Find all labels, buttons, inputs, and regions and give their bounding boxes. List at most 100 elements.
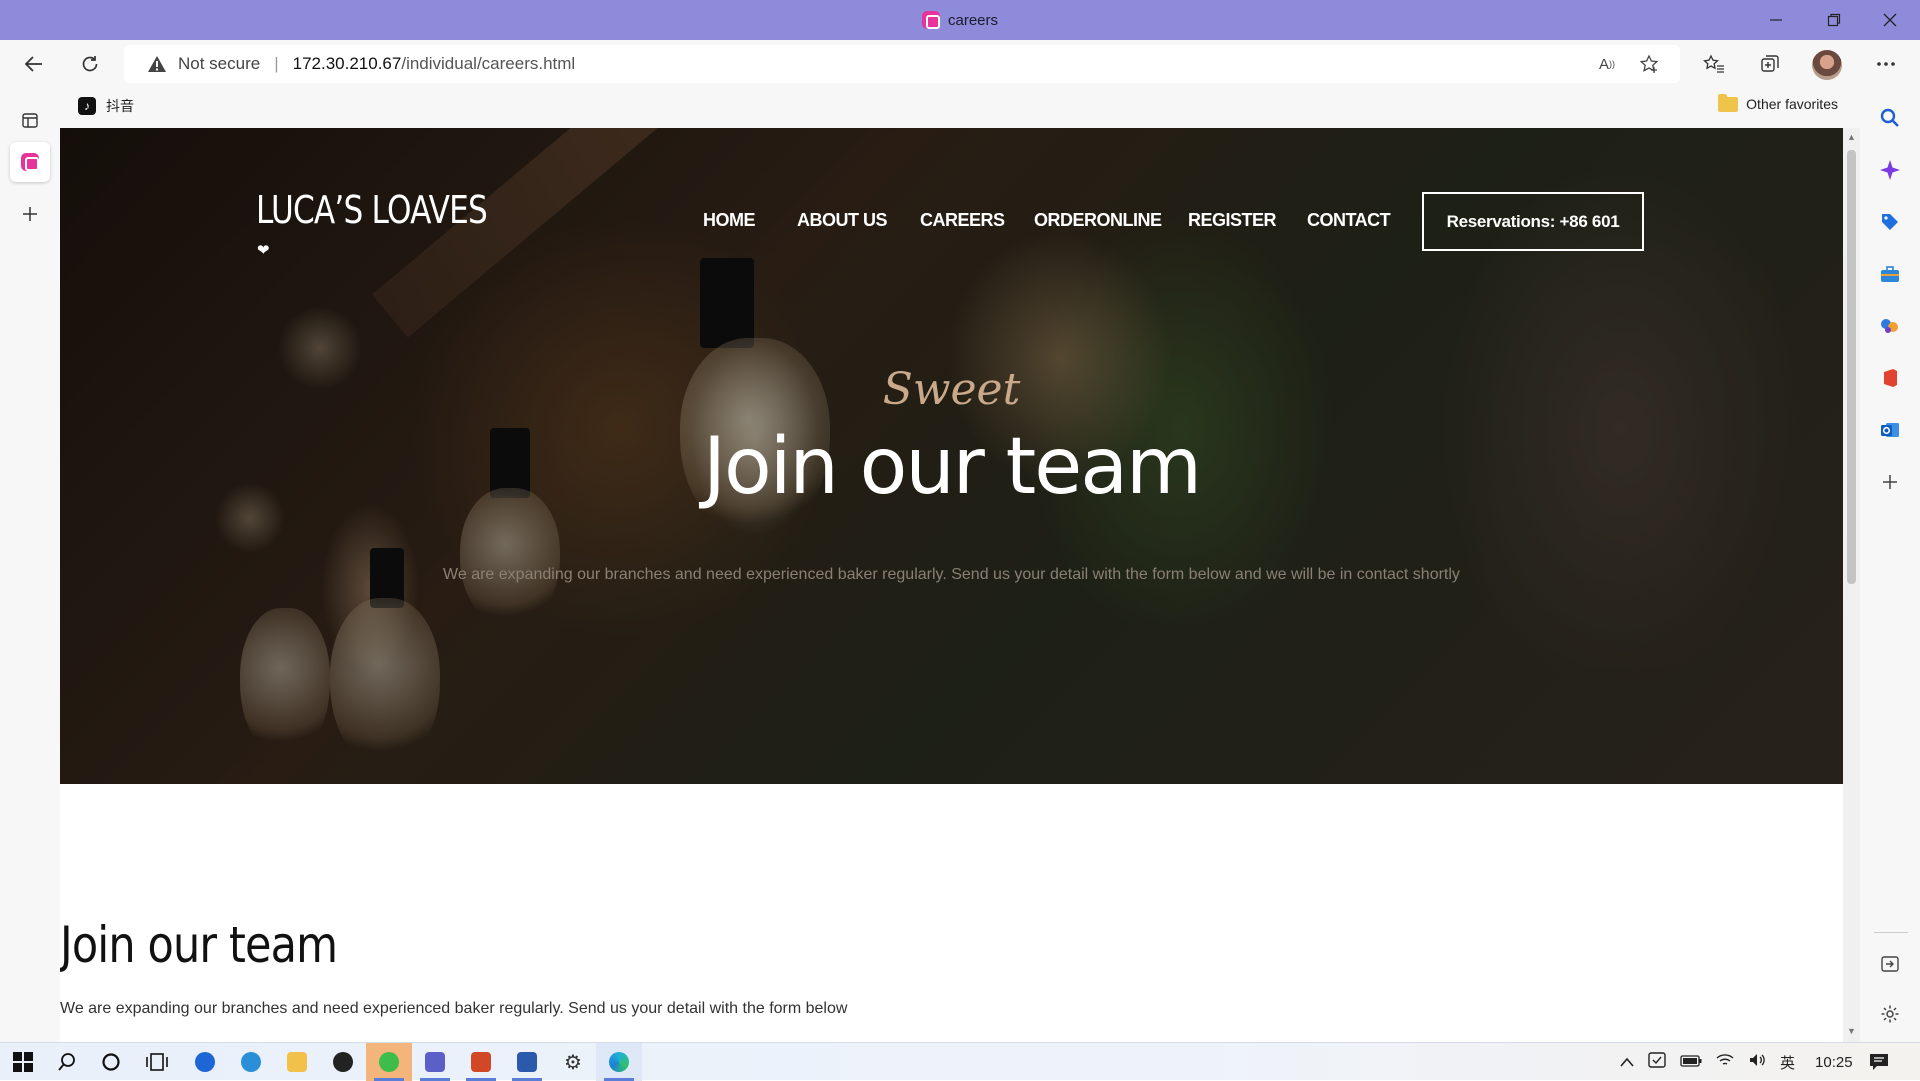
taskbar-word[interactable] [504, 1043, 550, 1081]
tab-actions-button[interactable] [10, 100, 50, 140]
scroll-up-icon[interactable]: ▲ [1846, 132, 1857, 143]
office-icon[interactable] [1878, 366, 1902, 390]
folder-icon [287, 1052, 307, 1072]
ime-indicator[interactable]: 英 [1780, 1052, 1795, 1073]
heart-icon: ❤ [257, 242, 270, 259]
volume-icon[interactable] [1748, 1052, 1766, 1072]
section-title: Join our team [60, 916, 338, 974]
nav-home[interactable]: HOME [703, 210, 756, 231]
wifi-icon[interactable] [1716, 1053, 1734, 1071]
favorite-douyin[interactable]: ♪ 抖音 [78, 96, 134, 116]
section-text: We are expanding our branches and need e… [60, 1000, 848, 1017]
page-viewport: LUCA’S LOAVES ❤ HOME ABOUT US CAREERS OR… [60, 128, 1843, 1042]
tab-actions-icon [22, 113, 38, 128]
taskbar-file-explorer[interactable] [274, 1043, 320, 1081]
taskbar-wechat[interactable] [366, 1043, 412, 1081]
word-icon [517, 1052, 537, 1072]
shopping-tag-icon[interactable] [1878, 210, 1902, 234]
edge-icon [609, 1052, 629, 1072]
notification-icon [1870, 1054, 1888, 1070]
taskbar-settings[interactable]: ⚙ [550, 1043, 596, 1081]
scroll-down-icon[interactable]: ▼ [1846, 1026, 1857, 1037]
notifications-button[interactable] [1856, 1043, 1902, 1081]
copilot-icon[interactable] [1878, 158, 1902, 182]
taskbar-app-dark[interactable] [320, 1043, 366, 1081]
title-bar: careers [0, 0, 1920, 40]
folder-icon [1718, 93, 1739, 112]
read-aloud-icon[interactable]: A)) [1592, 49, 1622, 79]
close-button[interactable] [1862, 0, 1918, 40]
app-icon [333, 1052, 353, 1072]
more-icon [1877, 62, 1895, 66]
hero-title: Join our team [703, 422, 1202, 512]
new-tab-button[interactable] [10, 194, 50, 234]
teams-icon [425, 1052, 445, 1072]
other-favorites-label: Other favorites [1746, 96, 1838, 112]
system-tray: 英 10:25 [1620, 1043, 1853, 1081]
nav-register[interactable]: REGISTER [1188, 210, 1277, 231]
search-icon [58, 1053, 75, 1071]
vertical-tab-strip [0, 88, 60, 1042]
site-logo[interactable]: LUCA’S LOAVES [256, 188, 488, 232]
taskbar-edge[interactable] [596, 1043, 642, 1081]
page-scrollbar[interactable]: ▲ ▼ [1843, 128, 1860, 1042]
cortana-button[interactable] [88, 1043, 134, 1081]
refresh-button[interactable] [70, 44, 110, 84]
not-secure-label[interactable]: Not secure [178, 54, 260, 74]
taskbar-powerpoint[interactable] [458, 1043, 504, 1081]
tray-chevron-icon[interactable] [1620, 1054, 1634, 1071]
add-favorite-icon[interactable] [1634, 49, 1664, 79]
clock[interactable]: 10:25 [1815, 1054, 1853, 1071]
start-button[interactable] [0, 1043, 46, 1081]
tab-careers[interactable] [10, 142, 50, 182]
hero-script-text: Sweet [882, 364, 1021, 415]
tab-title: careers [947, 11, 999, 29]
site-favicon-icon [21, 153, 39, 171]
minimize-button[interactable] [1748, 0, 1804, 40]
browser-toolbar: Not secure | 172.30.210.67/individual/ca… [0, 40, 1920, 88]
collections-button[interactable] [1750, 44, 1790, 84]
favorites-list-icon [1703, 54, 1724, 73]
taskbar-app-blue[interactable] [182, 1043, 228, 1081]
site-favicon-icon [921, 11, 940, 29]
nav-orderonline[interactable]: ORDERONLINE [1034, 210, 1162, 231]
nav-contact[interactable]: CONTACT [1307, 210, 1391, 231]
url-host: 172.30.210.67 [292, 54, 402, 73]
battery-icon[interactable] [1680, 1054, 1702, 1071]
scrollbar-thumb[interactable] [1847, 150, 1856, 584]
edge-icon [241, 1052, 261, 1072]
restore-button[interactable] [1806, 0, 1862, 40]
reservations-button[interactable]: Reservations: +86 601 [1422, 192, 1644, 251]
taskbar-search-button[interactable] [44, 1043, 90, 1081]
gear-icon: ⚙ [564, 1051, 582, 1074]
nav-about-us[interactable]: ABOUT US [797, 210, 888, 231]
back-button[interactable] [14, 44, 54, 84]
outlook-icon[interactable] [1878, 418, 1902, 442]
url-path: /individual/careers.html [401, 54, 576, 73]
tiktok-icon: ♪ [78, 97, 96, 115]
sidebar-divider [1874, 932, 1908, 933]
favorites-button[interactable] [1694, 44, 1734, 84]
hero-section: LUCA’S LOAVES ❤ HOME ABOUT US CAREERS OR… [60, 128, 1843, 784]
favorite-label: 抖音 [106, 98, 134, 114]
sidebar-settings-icon[interactable] [1878, 1002, 1902, 1026]
other-favorites[interactable]: Other favorites [1718, 93, 1838, 112]
taskbar-teams[interactable] [412, 1043, 458, 1081]
warning-icon [146, 54, 168, 74]
task-view-button[interactable] [134, 1043, 180, 1081]
add-sidebar-app-icon[interactable] [1878, 470, 1902, 494]
windows-taskbar: ⚙ 英 10:25 [0, 1042, 1920, 1081]
hide-sidebar-icon[interactable] [1878, 952, 1902, 976]
url-separator: | [274, 54, 279, 73]
address-bar[interactable]: Not secure | 172.30.210.67/individual/ca… [124, 45, 1680, 83]
favorites-bar: ♪ 抖音 Other favorites [60, 88, 1860, 128]
tray-app-icon[interactable] [1648, 1051, 1666, 1073]
profile-avatar[interactable] [1812, 50, 1842, 80]
nav-careers[interactable]: CAREERS [920, 210, 1005, 231]
plus-icon [23, 207, 37, 221]
games-icon[interactable] [1878, 314, 1902, 338]
settings-more-button[interactable] [1866, 44, 1906, 84]
search-icon[interactable] [1878, 106, 1902, 130]
tools-briefcase-icon[interactable] [1878, 262, 1902, 286]
taskbar-edge-legacy[interactable] [228, 1043, 274, 1081]
